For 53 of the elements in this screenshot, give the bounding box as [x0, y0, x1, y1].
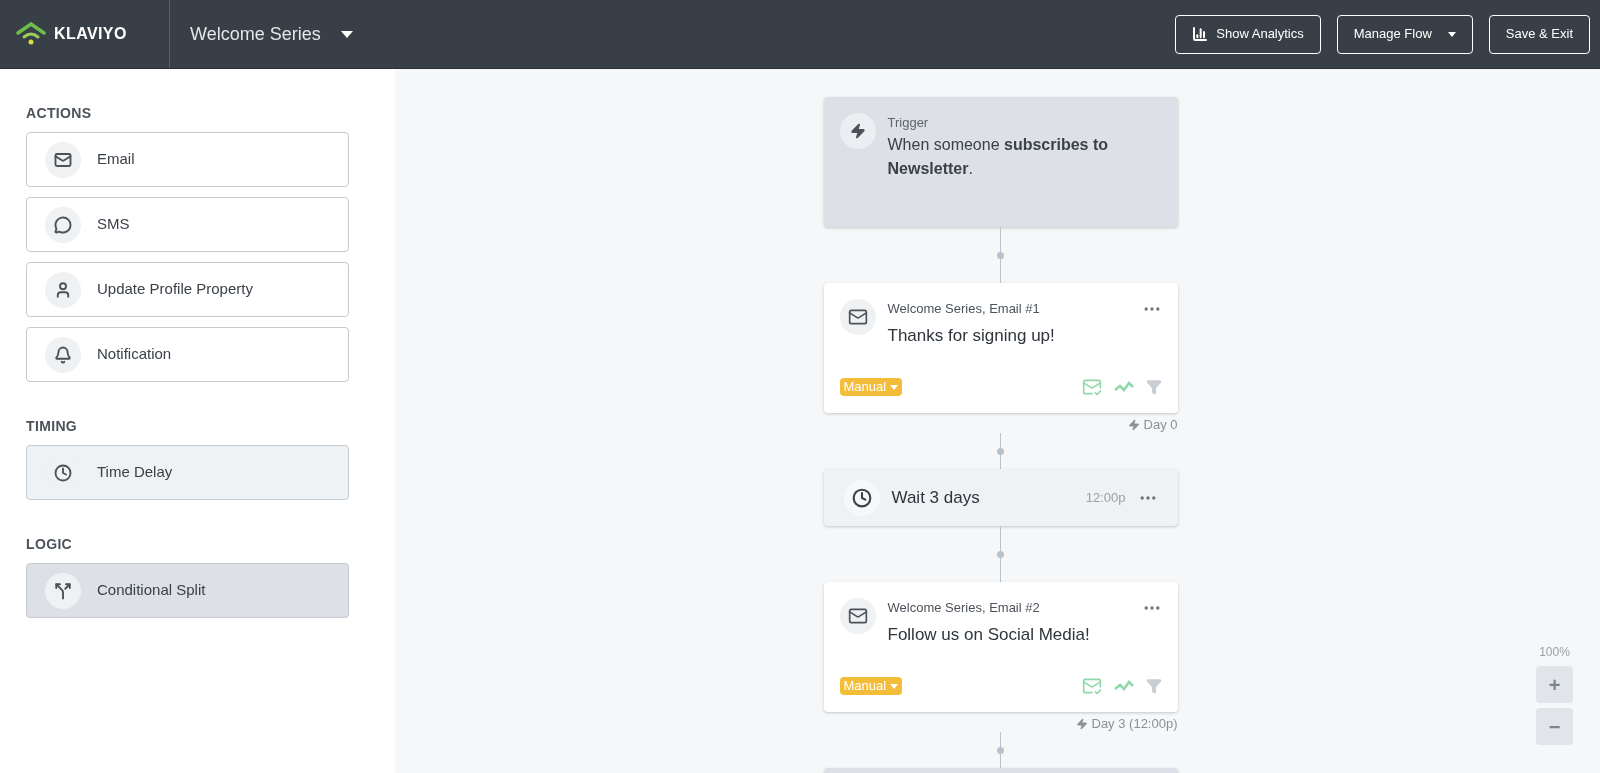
trigger-label: Trigger: [887, 114, 930, 132]
notification-icon: [54, 345, 72, 364]
header-button[interactable]: Manage Flow: [1336, 14, 1473, 54]
caret-icon: [890, 683, 899, 689]
clock-icon: [851, 487, 872, 508]
profile-icon: [54, 280, 72, 299]
email-title: Welcome Series, Email #2: [887, 599, 1040, 618]
section-heading: ACTIONS: [26, 104, 93, 123]
timing-label: Day 0: [1143, 416, 1178, 435]
email-title: Welcome Series, Email #1: [887, 300, 1040, 319]
mail-check-icon[interactable]: [1081, 377, 1102, 397]
email-icon: [847, 606, 868, 626]
email-subject: Follow us on Social Media!: [887, 624, 1091, 646]
section-heading: TIMING: [26, 417, 79, 436]
section-heading: LOGIC: [26, 535, 74, 554]
delay-node-card[interactable]: Wait 3 days 12:00p: [823, 469, 1178, 526]
lightning-icon: [849, 123, 866, 139]
email-icon: [847, 307, 868, 327]
delay-text: Wait 3 days: [891, 486, 981, 509]
email-subject: Thanks for signing up!: [887, 325, 1056, 347]
filter-icon[interactable]: [1145, 678, 1162, 694]
trend-icon[interactable]: [1113, 380, 1134, 394]
mail-check-icon[interactable]: [1081, 676, 1102, 696]
logo-text: KLAVIYO: [54, 24, 127, 44]
timing-label: Day 3 (12:00p): [1091, 715, 1178, 734]
sidebar-item[interactable]: Update Profile Property: [26, 262, 349, 317]
bar-chart-icon: [1192, 26, 1209, 42]
trigger-text: When someone subscribes to Newsletter.: [887, 134, 1110, 179]
caret-icon: [340, 30, 353, 38]
header-button[interactable]: Save & Exit: [1488, 14, 1590, 54]
caret-icon: [1447, 31, 1456, 37]
lightning-icon: [1075, 718, 1088, 730]
email-node-card[interactable]: Welcome Series, Email #1 Thanks for signing up! Manual: [823, 283, 1178, 413]
sidebar-item[interactable]: Conditional Split: [26, 563, 349, 618]
delay-time: 12:00p: [1085, 488, 1126, 507]
sidebar-item[interactable]: Email: [26, 132, 349, 187]
sidebar-item[interactable]: Notification: [26, 327, 349, 382]
lightning-icon: [1127, 419, 1140, 431]
sidebar-item[interactable]: SMS: [26, 197, 349, 252]
sms-icon: [54, 215, 72, 234]
sidebar-item[interactable]: Time Delay: [26, 445, 349, 500]
delay-icon: [54, 463, 72, 482]
filter-icon[interactable]: [1145, 379, 1162, 395]
trigger-node-card[interactable]: Trigger When someone subscribes to Newsletter.: [823, 97, 1178, 227]
logo-icon: [16, 22, 46, 46]
trend-icon[interactable]: [1113, 679, 1134, 693]
email-icon: [54, 150, 72, 169]
caret-icon: [890, 384, 899, 390]
split-icon: [54, 581, 72, 600]
zoom-level: 100%: [1539, 644, 1570, 661]
flow-name-dropdown[interactable]: Welcome Series: [190, 20, 353, 48]
email-node-card[interactable]: Welcome Series, Email #2 Follow us on Social Media! Manual: [823, 582, 1178, 712]
header-button[interactable]: Show Analytics: [1175, 14, 1321, 54]
